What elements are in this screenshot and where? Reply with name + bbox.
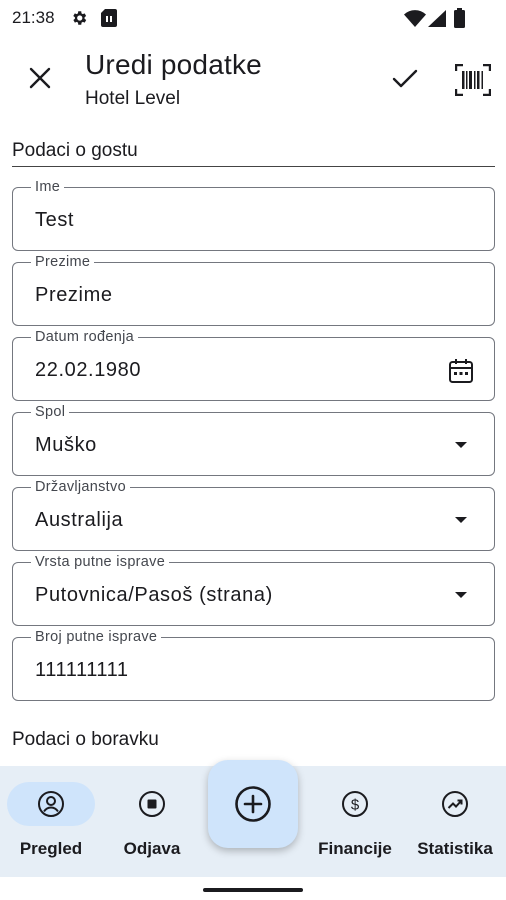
check-icon <box>392 69 418 88</box>
dropdown-arrow-icon <box>455 517 467 523</box>
add-fab-button[interactable] <box>208 760 298 848</box>
nav-label: Pregled <box>19 839 83 858</box>
dropdown-arrow-icon <box>455 442 467 448</box>
field-value: Test <box>35 209 75 231</box>
section-title-stay: Podaci o boravku <box>12 729 159 750</box>
field-label: Datum rođenja <box>31 328 139 346</box>
field-value: Putovnica/Pasoš (strana) <box>35 584 273 606</box>
close-button[interactable] <box>22 60 58 96</box>
status-time: 21:38 <box>12 8 55 27</box>
nav-label: Odjava <box>123 839 181 858</box>
gesture-home-bar[interactable] <box>203 888 303 892</box>
settings-gear-icon <box>73 11 87 25</box>
dollar-circle-icon: $ <box>342 791 368 817</box>
field-value: Australija <box>35 509 124 531</box>
account-circle-icon <box>38 791 64 817</box>
nav-item-statistika[interactable]: Statistika <box>405 766 505 877</box>
page-subtitle: Hotel Level <box>85 88 181 109</box>
page-title: Uredi podatke <box>85 49 262 80</box>
battery-icon <box>454 8 465 28</box>
gender-select[interactable]: Spol Muško <box>12 403 495 476</box>
sim-card-icon <box>101 9 117 27</box>
field-label: Ime <box>31 178 65 196</box>
add-circle-icon <box>235 786 271 822</box>
field-label: Spol <box>31 403 70 421</box>
first-name-field[interactable]: Ime Test <box>12 178 495 251</box>
last-name-field[interactable]: Prezime Prezime <box>12 253 495 326</box>
section-title-guest: Podaci o gostu <box>12 140 138 161</box>
trending-up-circle-icon <box>442 791 468 817</box>
svg-text:$: $ <box>351 797 360 814</box>
field-value: Muško <box>35 434 97 456</box>
section-divider <box>12 166 495 167</box>
dropdown-arrow-icon <box>455 592 467 598</box>
field-label: Državljanstvo <box>31 478 130 496</box>
travel-document-number-field[interactable]: Broj putne isprave 111111111 <box>12 628 495 701</box>
wifi-icon <box>404 10 426 27</box>
nav-item-pregled[interactable]: Pregled <box>1 766 101 877</box>
citizenship-select[interactable]: Državljanstvo Australija <box>12 478 495 551</box>
nav-label: Financije <box>318 839 392 858</box>
barcode-scan-icon[interactable] <box>455 64 491 96</box>
travel-document-type-select[interactable]: Vrsta putne isprave Putovnica/Pasoš (str… <box>12 553 495 626</box>
birth-date-field[interactable]: Datum rođenja 22.02.1980 <box>12 328 495 401</box>
field-label: Prezime <box>31 253 95 271</box>
stop-circle-icon <box>139 791 165 817</box>
nav-item-odjava[interactable]: Odjava <box>102 766 202 877</box>
field-label: Vrsta putne isprave <box>31 553 170 571</box>
nav-item-financije[interactable]: $ Financije <box>305 766 405 877</box>
cell-signal-icon <box>428 10 446 27</box>
close-icon <box>29 67 51 89</box>
field-label: Broj putne isprave <box>31 628 162 646</box>
calendar-icon[interactable] <box>448 358 474 384</box>
field-value: 22.02.1980 <box>35 359 142 381</box>
nav-label: Statistika <box>417 839 493 858</box>
save-button[interactable] <box>388 62 422 96</box>
field-value: Prezime <box>35 284 113 306</box>
field-value: 111111111 <box>35 659 129 681</box>
status-bar: 21:38 <box>0 0 506 36</box>
